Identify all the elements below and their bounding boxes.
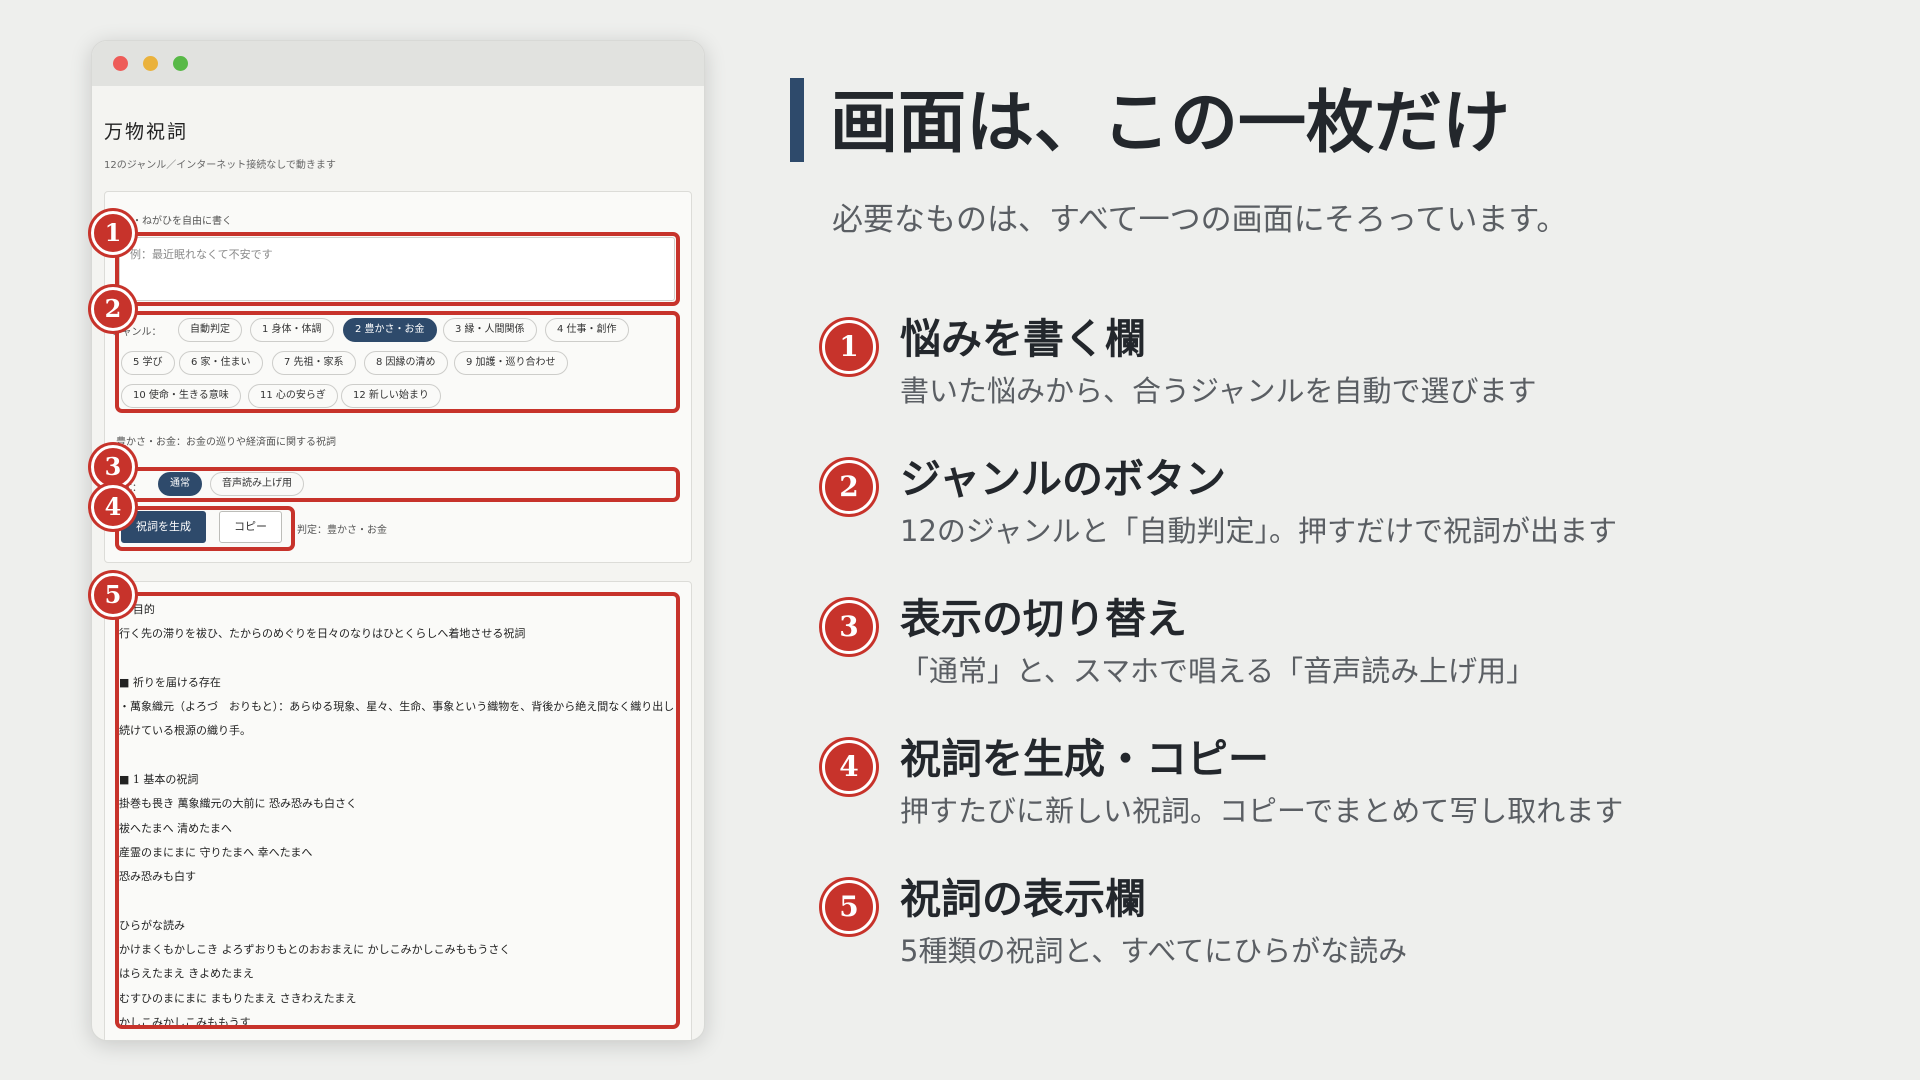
feature-item: 1 悩みを書く欄書いた悩みから、合うジャンルを自動で選びます	[818, 312, 1878, 412]
badge-4: 4	[91, 485, 135, 529]
feature-title: 悩みを書く欄	[900, 315, 1146, 363]
panel-subtitle: 必要なものは、すべて一つの画面にそろっています。	[832, 202, 1568, 238]
feature-description: 「通常」と、スマホで唱える「音声読み上げ用」	[900, 654, 1536, 688]
feature-number-badge: 5	[822, 880, 876, 934]
highlight-1	[115, 232, 680, 306]
feature-title: 表示の切り替え	[900, 595, 1187, 643]
feature-item: 3 表示の切り替え「通常」と、スマホで唱える「音声読み上げ用」	[818, 592, 1878, 692]
feature-title: 祝詞の表示欄	[900, 875, 1146, 923]
window-titlebar	[92, 41, 704, 86]
feature-item: 4 祝詞を生成・コピー押すたびに新しい祝詞。コピーでまとめて写し取れます	[818, 732, 1878, 832]
panel-title: 画面は、この一枚だけ	[830, 83, 1511, 163]
feature-description: 押すたびに新しい祝詞。コピーでまとめて写し取れます	[900, 794, 1624, 828]
highlight-4	[115, 506, 295, 551]
judgement-text: 判定：豊かさ・お金	[297, 525, 387, 536]
badge-2: 2	[91, 287, 135, 331]
badge-1: 1	[91, 211, 135, 255]
genre-description: 豊かさ・お金：お金の巡りや経済面に関する祝詞	[116, 437, 336, 448]
highlight-2	[115, 311, 680, 413]
feature-number-badge: 2	[822, 460, 876, 514]
badge-3: 3	[91, 445, 135, 489]
feature-description: 書いた悩みから、合うジャンルを自動で選びます	[900, 374, 1537, 408]
minimize-window-button[interactable]	[143, 56, 158, 71]
highlight-3	[115, 467, 680, 502]
close-window-button[interactable]	[113, 56, 128, 71]
feature-number-badge: 4	[822, 740, 876, 794]
feature-number-badge: 3	[822, 600, 876, 654]
feature-number-badge: 1	[822, 320, 876, 374]
feature-title: 祝詞を生成・コピー	[900, 735, 1269, 783]
feature-item: 5 祝詞の表示欄 5種類の祝詞と、すべてにひらがな読み	[818, 872, 1878, 972]
feature-description: 12のジャンルと「自動判定」。押すだけで祝詞が出ます	[900, 514, 1617, 548]
feature-description: 5種類の祝詞と、すべてにひらがな読み	[900, 934, 1408, 968]
badge-5: 5	[91, 573, 135, 617]
feature-item: 2 ジャンルのボタン 12のジャンルと「自動判定」。押すだけで祝詞が出ます	[818, 452, 1878, 552]
highlight-5	[115, 592, 680, 1029]
title-accent-bar	[790, 78, 804, 162]
feature-title: ジャンルのボタン	[900, 455, 1226, 503]
app-subtitle: 12のジャンル／インターネット接続なしで動きます	[104, 160, 336, 171]
app-title: 万物祝詞	[104, 121, 189, 143]
maximize-window-button[interactable]	[173, 56, 188, 71]
